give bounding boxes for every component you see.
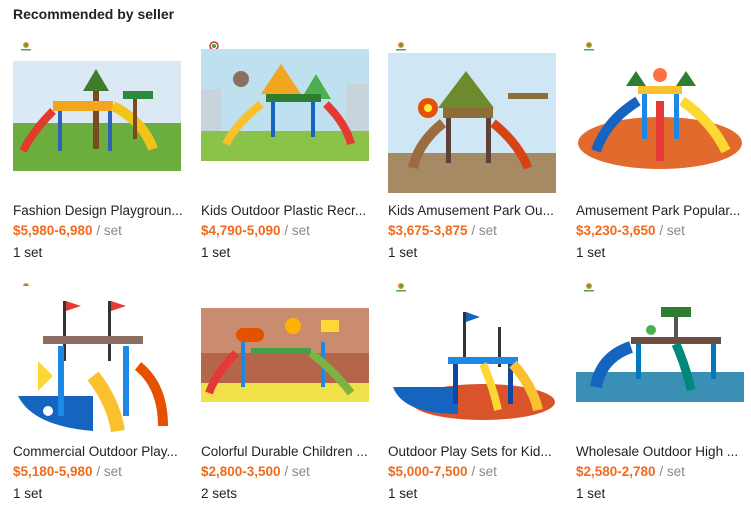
product-title[interactable]: Commercial Outdoor Play... <box>13 444 183 459</box>
min-order: 2 sets <box>201 486 238 501</box>
product-title[interactable]: Fashion Design Playgroun... <box>13 203 183 218</box>
product-card[interactable]: Outdoor Play Sets for Kid... $5,000-7,50… <box>388 276 560 506</box>
product-card[interactable]: Kids Amusement Park Ou... $3,675-3,875 /… <box>388 35 560 265</box>
price-unit: / set <box>280 464 310 479</box>
product-card[interactable]: Kids Outdoor Plastic Recr... $4,790-5,09… <box>201 35 373 265</box>
seller-logo-icon <box>396 42 406 51</box>
price-unit: / set <box>92 464 122 479</box>
price-line: $3,230-3,650 / set <box>576 223 685 238</box>
min-order: 1 set <box>388 245 418 260</box>
min-order: 1 set <box>13 486 43 501</box>
seller-logo-icon <box>584 42 594 51</box>
price-unit: / set <box>655 464 685 479</box>
product-price: $2,580-2,780 <box>576 464 656 479</box>
product-title[interactable]: Wholesale Outdoor High ... <box>576 444 746 459</box>
product-image[interactable] <box>576 61 744 171</box>
product-title[interactable]: Kids Amusement Park Ou... <box>388 203 558 218</box>
product-title[interactable]: Colorful Durable Children ... <box>201 444 371 459</box>
product-price: $4,790-5,090 <box>201 223 281 238</box>
price-line: $5,000-7,500 / set <box>388 464 497 479</box>
price-line: $4,790-5,090 / set <box>201 223 310 238</box>
product-grid: Fashion Design Playgroun... $5,980-6,980… <box>0 0 751 513</box>
product-title[interactable]: Kids Outdoor Plastic Recr... <box>201 203 371 218</box>
product-image[interactable] <box>201 49 369 161</box>
product-price: $3,230-3,650 <box>576 223 656 238</box>
min-order: 1 set <box>388 486 418 501</box>
product-image[interactable] <box>576 302 744 402</box>
price-unit: / set <box>655 223 685 238</box>
product-title[interactable]: Amusement Park Popular... <box>576 203 746 218</box>
product-card[interactable]: Wholesale Outdoor High ... $2,580-2,780 … <box>576 276 748 506</box>
product-image[interactable] <box>13 61 181 171</box>
product-image[interactable] <box>13 286 181 436</box>
price-line: $5,980-6,980 / set <box>13 223 122 238</box>
product-card[interactable]: Amusement Park Popular... $3,230-3,650 /… <box>576 35 748 265</box>
seller-logo-icon <box>21 42 31 51</box>
price-line: $5,180-5,980 / set <box>13 464 122 479</box>
min-order: 1 set <box>576 486 606 501</box>
price-line: $2,580-2,780 / set <box>576 464 685 479</box>
product-price: $3,675-3,875 <box>388 223 468 238</box>
price-line: $2,800-3,500 / set <box>201 464 310 479</box>
product-title[interactable]: Outdoor Play Sets for Kid... <box>388 444 558 459</box>
product-card[interactable]: Colorful Durable Children ... $2,800-3,5… <box>201 276 373 506</box>
product-price: $5,980-6,980 <box>13 223 93 238</box>
seller-logo-icon <box>396 283 406 292</box>
product-price: $2,800-3,500 <box>201 464 281 479</box>
product-price: $5,180-5,980 <box>13 464 93 479</box>
product-price: $5,000-7,500 <box>388 464 468 479</box>
min-order: 1 set <box>13 245 43 260</box>
product-image[interactable] <box>388 53 556 193</box>
min-order: 1 set <box>201 245 231 260</box>
price-unit: / set <box>467 223 497 238</box>
product-card[interactable]: Fashion Design Playgroun... $5,980-6,980… <box>13 35 185 265</box>
product-image[interactable] <box>388 302 556 422</box>
price-unit: / set <box>92 223 122 238</box>
product-image[interactable] <box>201 308 369 402</box>
price-unit: / set <box>280 223 310 238</box>
min-order: 1 set <box>576 245 606 260</box>
product-card[interactable]: Commercial Outdoor Play... $5,180-5,980 … <box>13 276 185 506</box>
price-unit: / set <box>467 464 497 479</box>
seller-logo-icon <box>584 283 594 292</box>
price-line: $3,675-3,875 / set <box>388 223 497 238</box>
